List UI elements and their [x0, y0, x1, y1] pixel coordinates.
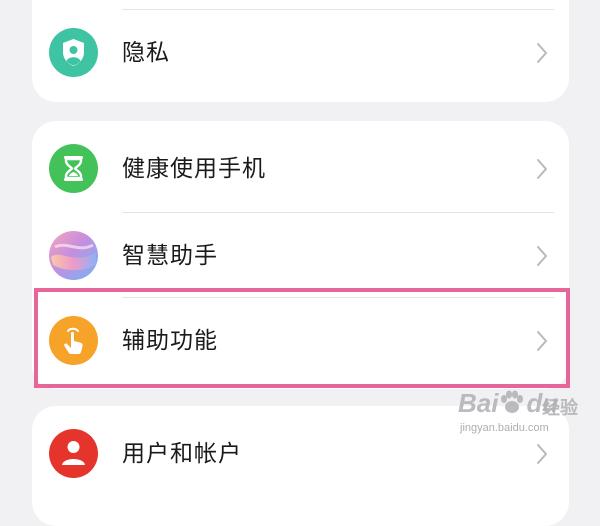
chevron-right-icon [535, 41, 549, 65]
settings-item-smart-assistant[interactable]: 智慧助手 [32, 213, 569, 299]
chevron-right-icon [535, 157, 549, 181]
settings-item-label: 辅助功能 [122, 328, 218, 354]
shield-person-icon [49, 28, 98, 77]
user-icon [49, 429, 98, 478]
settings-item-label: 用户和帐户 [122, 441, 242, 467]
settings-item-accessibility[interactable]: 辅助功能 [32, 298, 569, 384]
settings-item-users-accounts[interactable]: 用户和帐户 [32, 411, 569, 497]
settings-card-privacy-group: 隐私 [32, 0, 569, 102]
settings-card-account-group: 用户和帐户 [32, 406, 569, 526]
hourglass-icon [49, 144, 98, 193]
settings-item-label: 健康使用手机 [122, 156, 266, 182]
chevron-right-icon [535, 244, 549, 268]
settings-item-privacy[interactable]: 隐私 [32, 10, 569, 96]
settings-item-label: 隐私 [122, 40, 170, 66]
settings-card-assist-group: 健康使用手机 智慧助手 辅助功能 [32, 121, 569, 389]
settings-item-digital-balance[interactable]: 健康使用手机 [32, 126, 569, 212]
hand-tap-icon [49, 316, 98, 365]
settings-item-label: 智慧助手 [122, 243, 218, 269]
chevron-right-icon [535, 442, 549, 466]
gradient-orb-icon [49, 231, 98, 280]
chevron-right-icon [535, 329, 549, 353]
